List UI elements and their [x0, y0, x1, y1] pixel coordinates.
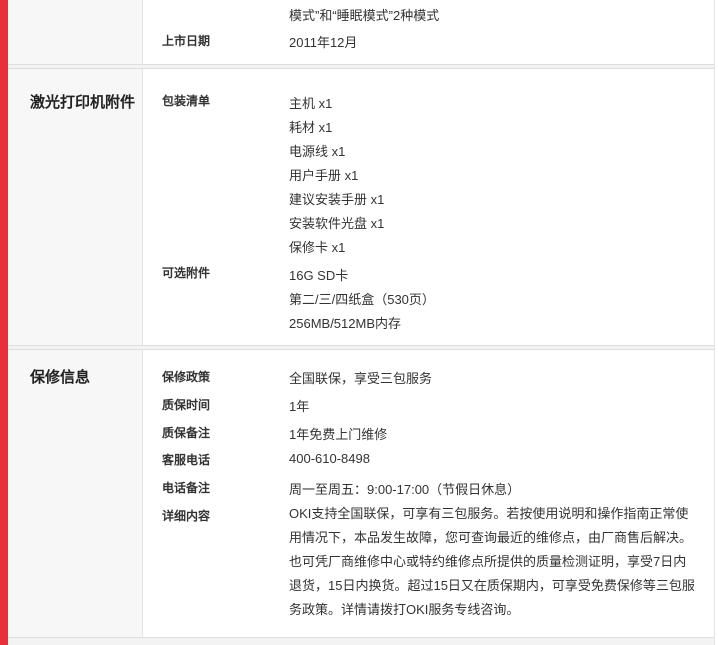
package-item: 安装软件光盘 x1: [289, 216, 385, 231]
right-border: [714, 0, 715, 645]
package-item: 主机 x1: [289, 96, 333, 111]
warranty-policy-value: 全国联保，享受三包服务: [289, 371, 433, 386]
phone-note-label: 电话备注: [162, 481, 211, 495]
optional-item: 第二/三/四纸盒（530页）: [289, 292, 435, 307]
detail-line: 也可凭厂商维修中心或特约维修点所提供的质量检测证明，享受7日内: [289, 554, 687, 569]
release-date-label: 上市日期: [162, 34, 211, 48]
top-section-title-column: [8, 0, 142, 64]
red-accent-bar: [0, 0, 8, 645]
warranty-period-label: 质保时间: [162, 398, 211, 412]
section-divider: [8, 68, 714, 69]
accessories-section-title: 激光打印机附件: [30, 94, 136, 111]
section-divider: [8, 64, 714, 65]
package-item: 耗材 x1: [289, 120, 333, 135]
package-item: 用户手册 x1: [289, 168, 359, 183]
optional-item: 16G SD卡: [289, 268, 349, 283]
section-divider: [8, 345, 714, 346]
optional-accessories-label: 可选附件: [162, 266, 211, 280]
column-divider: [142, 0, 143, 64]
service-phone-label: 客服电话: [162, 453, 211, 467]
warranty-policy-label: 保修政策: [162, 370, 211, 384]
optional-item: 256MB/512MB内存: [289, 316, 401, 331]
mode-description-text: 模式”和“睡眠模式”2种模式: [289, 8, 440, 23]
package-item: 建议安装手册 x1: [289, 192, 385, 207]
detail-line: 用情况下，本品发生故障，您可查询最近的维修点，由厂商售后解决。: [289, 530, 693, 545]
service-phone-value: 400-610-8498: [289, 451, 370, 466]
column-divider: [142, 350, 143, 637]
detail-line: 退货，15日内换货。超过15日又在质保期内，可享受免费保修等三包服: [289, 578, 695, 593]
warranty-note-value: 1年免费上门维修: [289, 427, 388, 442]
section-divider: [8, 349, 714, 350]
detail-content-label: 详细内容: [162, 509, 211, 523]
package-item: 电源线 x1: [289, 144, 346, 159]
section-divider: [8, 637, 714, 638]
column-divider: [142, 69, 143, 345]
detail-line: OKI支持全国联保，可享有三包服务。若按使用说明和操作指南正常使: [289, 506, 689, 521]
warranty-note-label: 质保备注: [162, 426, 211, 440]
release-date-value: 2011年12月: [289, 35, 358, 50]
detail-content-text: OKI支持全国联保，可享有三包服务。若按使用说明和操作指南正常使 用情况下，本品…: [289, 502, 699, 622]
detail-line: 务政策。详情请拨打OKI服务专线咨询。: [289, 602, 520, 617]
section-gap: [8, 637, 714, 645]
package-item: 保修卡 x1: [289, 240, 346, 255]
warranty-section-title: 保修信息: [30, 369, 91, 386]
warranty-title-column: [8, 350, 142, 637]
phone-note-value: 周一至周五：9:00-17:00（节假日休息）: [289, 482, 521, 497]
warranty-period-value: 1年: [289, 399, 310, 414]
package-list-label: 包装清单: [162, 94, 211, 108]
